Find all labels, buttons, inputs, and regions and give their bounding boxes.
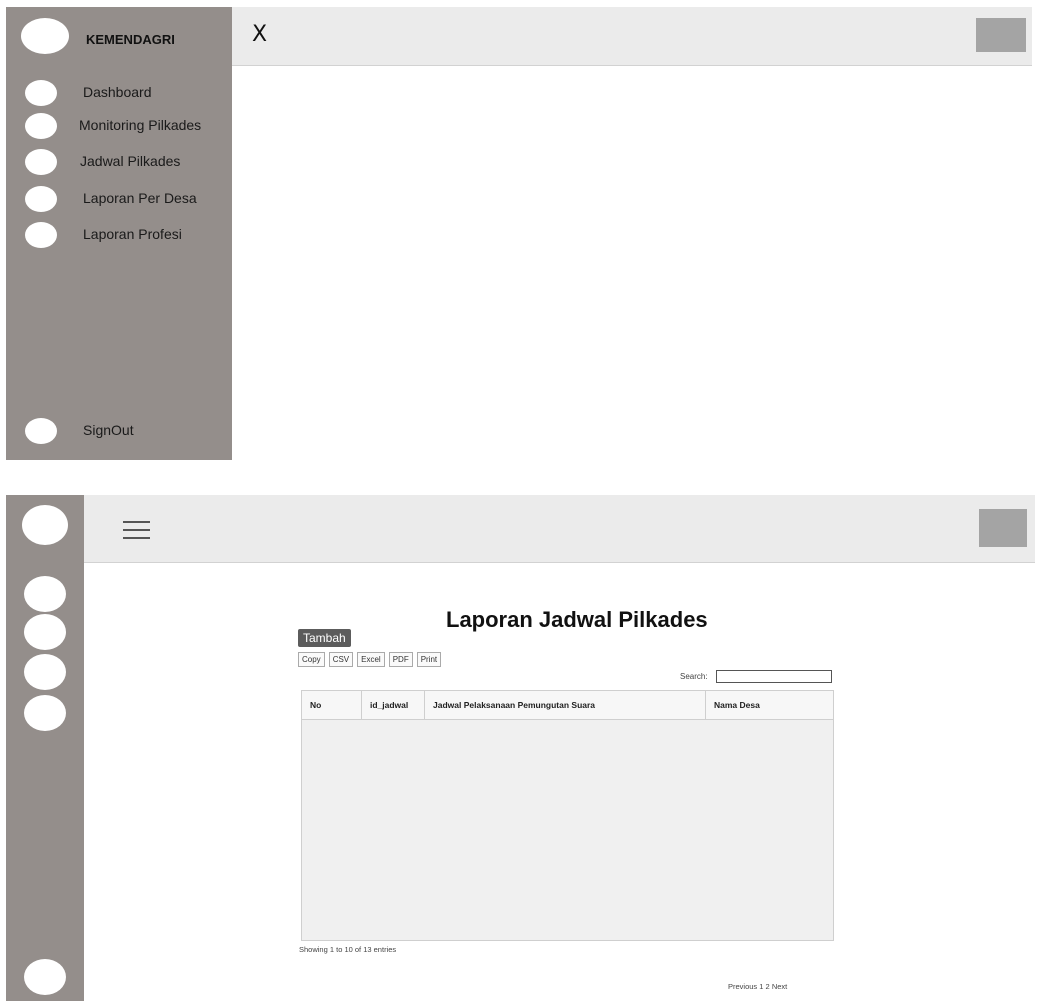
page-link-1[interactable]: 1 [759,982,763,991]
data-table: No id_jadwal Jadwal Pelaksanaan Pemungut… [301,690,834,941]
top-bar: X [232,7,1032,66]
schedule-icon [25,149,57,175]
sidebar-collapsed [6,495,84,1001]
column-header-no[interactable]: No [302,691,362,719]
column-header-nama-desa[interactable]: Nama Desa [706,691,833,719]
sidebar-item-label: Monitoring Pilkades [79,117,202,133]
previous-link[interactable]: Previous [728,982,757,991]
sidebar-item-label: Dashboard [83,84,152,100]
page-link-2[interactable]: 2 [766,982,770,991]
schedule-icon[interactable] [24,654,66,690]
sidebar-item-dashboard[interactable]: Dashboard [6,78,232,108]
table-header: No id_jadwal Jadwal Pelaksanaan Pemungut… [302,691,833,720]
sidebar-item-label: Laporan Per Desa [83,190,197,206]
copy-button[interactable]: Copy [298,652,325,667]
user-avatar[interactable] [979,509,1027,547]
sidebar-item-label: Laporan Profesi [83,226,182,242]
export-buttons: Copy CSV Excel PDF Print [298,652,445,667]
close-icon[interactable]: X [252,21,267,49]
monitoring-icon [25,113,57,139]
print-button[interactable]: Print [416,652,442,667]
village-report-icon [25,186,57,212]
profession-report-icon [25,222,57,248]
sidebar-item-label: Jadwal Pilkades [80,153,181,169]
brand-logo-icon [21,18,69,54]
village-report-icon[interactable] [24,695,66,731]
column-header-jadwal[interactable]: Jadwal Pelaksanaan Pemungutan Suara [425,691,706,719]
signout-icon [25,418,57,444]
sidebar-item-laporan-per-desa[interactable]: Laporan Per Desa [6,184,232,214]
brand-logo-icon [22,505,68,545]
dashboard-icon [25,80,57,106]
sidebar-item-label: SignOut [83,422,134,438]
sidebar: KEMENDAGRI Dashboard Monitoring Pilkades… [6,7,232,460]
add-button[interactable]: Tambah [298,629,351,647]
sidebar-item-laporan-profesi[interactable]: Laporan Profesi [6,220,232,250]
signout-icon[interactable] [24,959,66,995]
search-input[interactable] [716,670,832,683]
page-title: Laporan Jadwal Pilkades [446,607,708,632]
sidebar-item-monitoring-pilkades[interactable]: Monitoring Pilkades [6,111,232,141]
pagination: Previous 1 2 Next [728,982,787,991]
hamburger-icon[interactable] [123,521,150,539]
table-info: Showing 1 to 10 of 13 entries [299,945,397,954]
next-link[interactable]: Next [772,982,787,991]
csv-button[interactable]: CSV [328,652,354,667]
dashboard-icon[interactable] [24,576,66,612]
sidebar-item-signout[interactable]: SignOut [6,416,232,446]
search-label: Search: [680,672,708,681]
top-bar [84,495,1035,563]
sidebar-item-jadwal-pilkades[interactable]: Jadwal Pilkades [6,147,232,177]
collapsed-sidebar-view: Laporan Jadwal Pilkades Tambah Copy CSV Ex… [6,495,1035,1001]
pdf-button[interactable]: PDF [388,652,413,667]
user-avatar[interactable] [976,18,1026,52]
excel-button[interactable]: Excel [357,652,385,667]
expanded-sidebar-view: KEMENDAGRI Dashboard Monitoring Pilkades… [6,7,1032,460]
brand-name: KEMENDAGRI [86,32,175,47]
monitoring-icon[interactable] [24,614,66,650]
column-header-id-jadwal[interactable]: id_jadwal [362,691,425,719]
